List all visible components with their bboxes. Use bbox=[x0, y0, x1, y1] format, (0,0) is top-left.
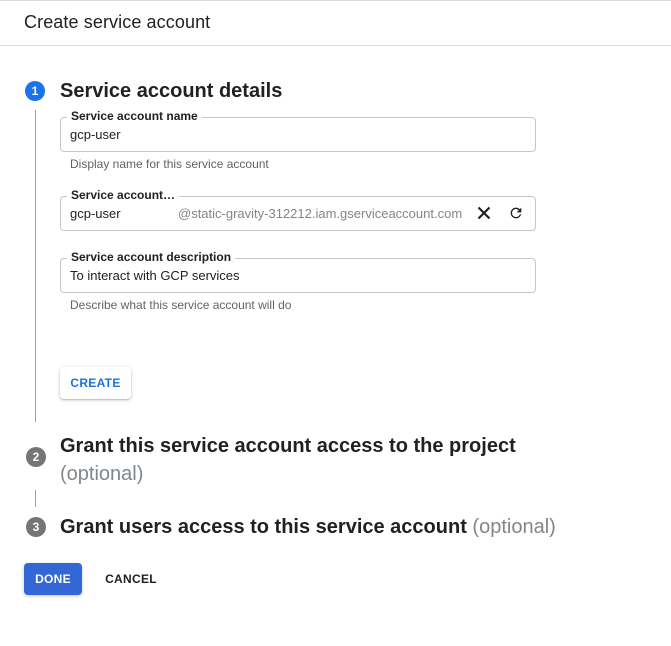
step-3-indicator: 3 bbox=[26, 517, 46, 537]
service-account-name-value[interactable]: gcp-user bbox=[70, 127, 121, 142]
step-2-title[interactable]: Grant this service account access to the… bbox=[60, 432, 516, 488]
service-account-description-value[interactable]: To interact with GCP services bbox=[70, 268, 240, 283]
done-button[interactable]: DONE bbox=[24, 563, 82, 595]
service-account-description-field[interactable]: Service account description To interact … bbox=[60, 250, 536, 293]
step-2-indicator: 2 bbox=[26, 447, 46, 467]
step-3-title[interactable]: Grant users access to this service accou… bbox=[60, 516, 556, 539]
service-account-name-field[interactable]: Service account name gcp-user bbox=[60, 109, 536, 152]
step-2-optional: (optional) bbox=[60, 463, 144, 485]
step-connector-1 bbox=[35, 110, 36, 422]
service-account-name-label: Service account name bbox=[67, 109, 202, 123]
step-1-indicator: 1 bbox=[25, 81, 45, 101]
step-3-title-text: Grant users access to this service accou… bbox=[60, 516, 467, 538]
service-account-id-label: Service account… bbox=[67, 188, 180, 202]
service-account-id-domain-suffix: @static-gravity-312212.iam.gserviceaccou… bbox=[178, 206, 463, 221]
cancel-button[interactable]: CANCEL bbox=[98, 563, 164, 595]
close-icon[interactable] bbox=[473, 202, 495, 224]
step-2-title-text: Grant this service account access to the… bbox=[60, 435, 516, 457]
service-account-description-helper: Describe what this service account will … bbox=[70, 298, 292, 312]
step-3-optional: (optional) bbox=[472, 516, 556, 538]
page-title: Create service account bbox=[24, 12, 211, 32]
step-1-title[interactable]: Service account details bbox=[60, 80, 282, 103]
service-account-id-field[interactable]: Service account… gcp-user @static-gravit… bbox=[60, 188, 536, 231]
service-account-id-value[interactable]: gcp-user bbox=[70, 206, 121, 221]
step-connector-2 bbox=[35, 490, 36, 507]
refresh-icon[interactable] bbox=[505, 202, 527, 224]
header-bar: Create service account bbox=[0, 0, 671, 46]
service-account-description-label: Service account description bbox=[67, 250, 236, 264]
service-account-name-helper: Display name for this service account bbox=[70, 157, 269, 171]
create-button[interactable]: CREATE bbox=[60, 367, 131, 399]
